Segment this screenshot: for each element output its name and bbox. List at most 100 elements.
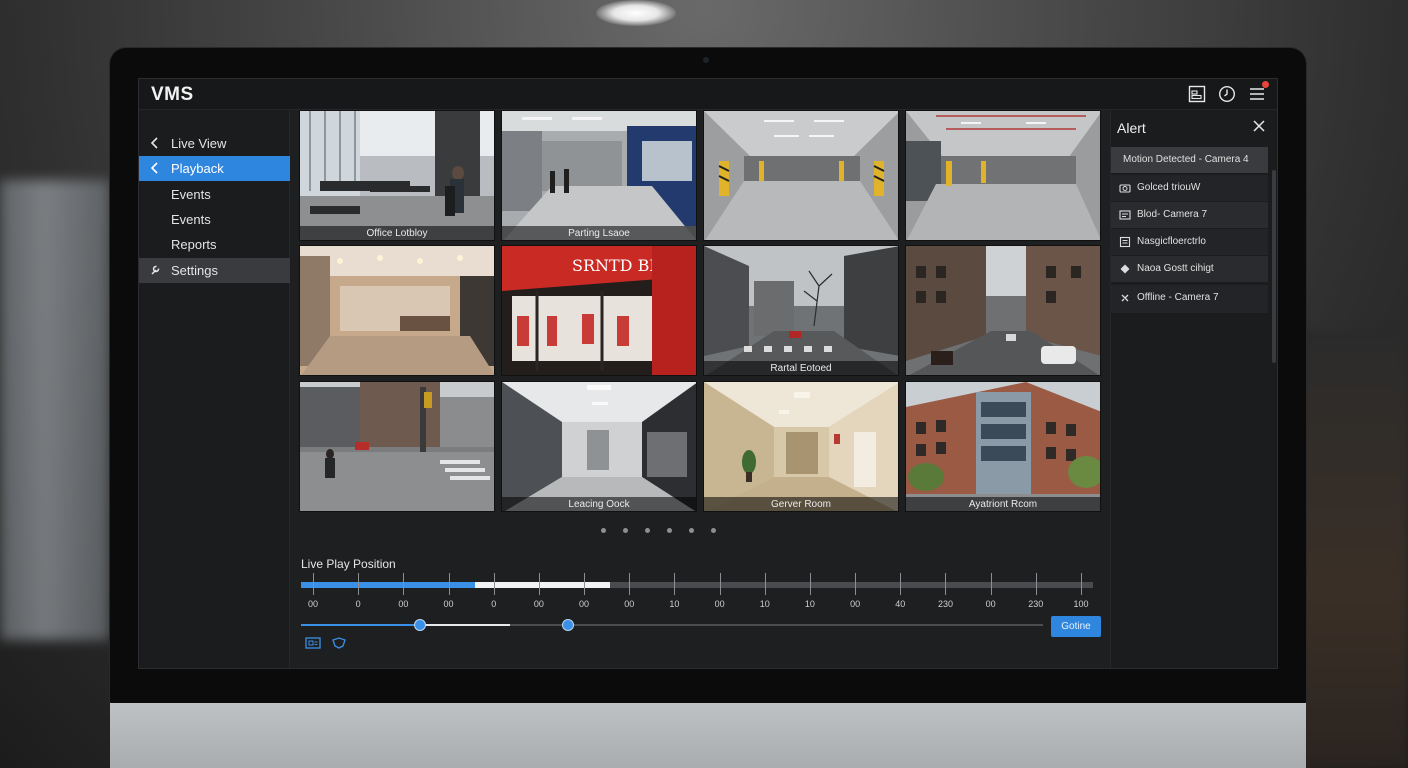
page-dot[interactable] [711,528,716,533]
scrub-handle-start[interactable] [413,619,426,631]
clip-icon[interactable] [305,636,321,650]
offline-icon [1121,294,1129,302]
timeline-tick [313,573,314,595]
shield-icon[interactable] [331,636,347,650]
camera-feed-store: SRNTD BEY [502,246,696,375]
sidebar-item-label: Settings [171,263,218,278]
alert-text: Naoa Gostt cihigt [1137,263,1214,274]
camera-tile[interactable]: Parting Lsaoe [501,110,697,241]
document-icon [1119,236,1131,248]
menu-icon[interactable] [1247,81,1269,104]
timeline-tick-label: 00 [443,599,454,609]
alert-item[interactable]: Motion Detected - Camera 4 [1111,147,1268,173]
sidebar-item-events[interactable]: Events [139,182,290,207]
sidebar: Live View Playback Events Events Reports… [139,110,290,668]
page-dot[interactable] [601,528,606,533]
background-window [0,180,110,640]
warning-icon [1120,264,1130,274]
camera-tile[interactable]: Ayatriont Rcom [905,381,1101,512]
timeline-tick-label: 230 [937,599,953,609]
camera-feed-mall [300,246,494,375]
camera-tile[interactable]: Leacing Oock [501,381,697,512]
alert-item[interactable]: Naoa Gostt cihigt [1111,256,1268,282]
alert-item[interactable]: Golced triouW [1111,175,1268,201]
sidebar-item-reports[interactable]: Reports [139,232,290,257]
camera-tile[interactable]: Rartal Eotoed [703,245,899,376]
camera-feed-corridor [502,382,696,511]
camera-tile[interactable] [703,110,899,241]
alert-title: Alert [1117,120,1146,136]
camera-tile[interactable] [905,110,1101,241]
camera-feed-crosswalk [300,382,494,511]
ceiling-lamp [596,0,676,26]
camera-tile[interactable] [299,381,495,512]
close-icon[interactable] [1252,119,1266,133]
timeline-tick-label: 0 [491,599,497,609]
timeline-tick-label: 00 [307,599,319,609]
timeline-tick-label: 00 [850,599,861,609]
camera-feed-building [906,382,1100,511]
go-live-button[interactable]: Gotine [1051,616,1101,637]
top-bar: VMS [139,79,1277,110]
timeline-tick-label: 00 [533,599,544,609]
alert-text: Motion Detected - Camera 4 [1123,154,1249,165]
sidebar-item-playback[interactable]: Playback [139,156,290,181]
camera-tile[interactable] [299,245,495,376]
webcam-dot [703,57,709,63]
camera-tile[interactable]: Gerver Room [703,381,899,512]
timeline-tick-label: 10 [759,599,770,609]
alert-scrollbar[interactable] [1272,170,1276,363]
timeline-tick [990,573,992,595]
clock-icon[interactable] [1217,84,1237,104]
camera-feed-garage [906,111,1100,240]
timeline-tick-label: 230 [1028,599,1044,609]
timeline-tick [855,573,857,595]
timeline-tick-label: 10 [804,599,815,609]
layout-icon[interactable] [1187,84,1207,104]
timeline-tick [358,573,360,595]
alert-text: Golced triouW [1137,182,1201,193]
scrub-handle-end[interactable] [562,619,575,631]
camera-icon [1119,210,1131,220]
monitor-chin [110,703,1306,768]
scrub-range [424,624,510,626]
camera-tile[interactable] [905,245,1101,376]
timeline-tick-labels: 00 0 00 00 0 00 00 00 10 00 10 10 00 40 230 00 230 100 [301,599,1093,611]
page-dot[interactable] [623,528,628,533]
alert-text: Offline - Camera 7 [1137,292,1219,303]
camera-tile[interactable]: SRNTD BEY [501,245,697,376]
chevron-left-icon [150,137,158,149]
timeline-tick [448,573,450,595]
camera-icon [1119,184,1131,193]
timeline-tick [403,573,405,595]
page-dot[interactable] [667,528,672,533]
sidebar-item-label: Playback [171,161,224,176]
page-dot[interactable] [689,528,694,533]
camera-caption: Parting Lsaoe [568,228,630,239]
timeline-tick [809,573,811,595]
page-dot[interactable] [645,528,650,533]
camera-feed-hallway [704,382,898,511]
timeline-tick [1081,573,1082,595]
sidebar-item-live-view[interactable]: Live View [139,131,290,156]
camera-caption: Office Lotbloy [366,228,428,239]
alert-item[interactable]: Nasgicfloerctrlo [1111,229,1268,255]
camera-caption: Leacing Oock [568,499,630,510]
camera-tile[interactable]: Office Lotbloy [299,110,495,241]
timeline-tick-label: 00 [985,599,996,609]
sidebar-item-events-2[interactable]: Events [139,207,290,232]
header-toolbar [1187,81,1269,104]
alert-item[interactable]: Blod- Camera 7 [1111,202,1268,228]
camera-feed-street [906,246,1100,375]
timeline-tick [719,573,721,595]
camera-feed-street [704,246,898,375]
timeline-tick [764,573,766,595]
timeline-tick [584,573,586,595]
notification-dot [1262,81,1269,88]
timeline-tick-label: 00 [624,599,635,609]
alert-panel: Alert Motion Detected - Camera 4 Golced … [1110,110,1277,668]
timeline-tick-label: 00 [398,599,409,609]
alert-item[interactable]: Offline - Camera 7 [1111,285,1268,313]
timeline-tick [629,573,631,595]
sidebar-item-settings[interactable]: Settings [139,258,290,283]
